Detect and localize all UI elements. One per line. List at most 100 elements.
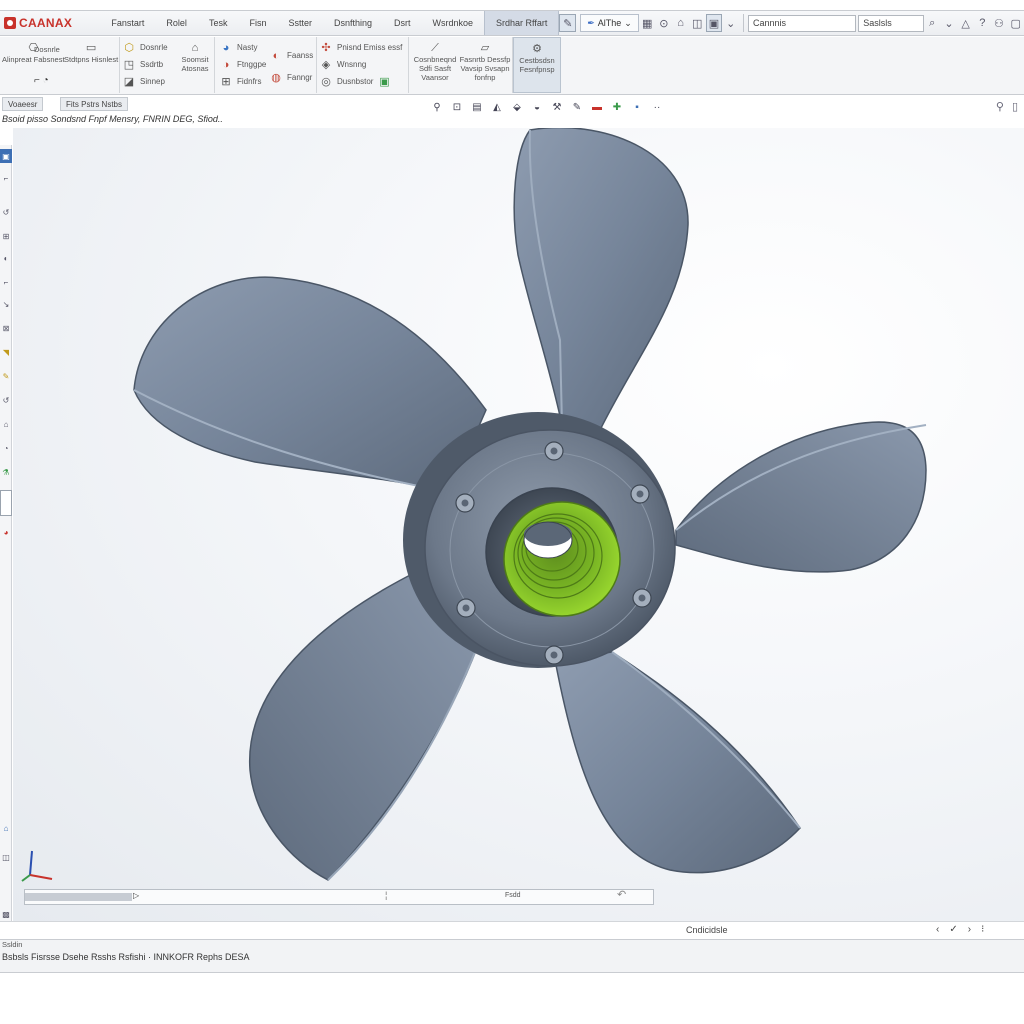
edit-appearance-icon[interactable]: ✎: [570, 100, 584, 114]
folder-icon[interactable]: ▩: [0, 907, 12, 921]
ribbon-button-sinnep[interactable]: ◪ Sinnep: [122, 73, 165, 90]
view-orientation-icon[interactable]: ⬙: [510, 100, 524, 114]
layers-icon[interactable]: ◫: [689, 14, 706, 32]
hide-show-icon[interactable]: ⚒: [550, 100, 564, 114]
zoom-area-icon[interactable]: ⊡: [450, 100, 464, 114]
config-icon[interactable]: ↺: [0, 205, 12, 219]
graphics-viewport[interactable]: [13, 128, 1024, 923]
scene-icon[interactable]: ◔: [0, 441, 12, 455]
grid-icon[interactable]: ▦: [639, 14, 656, 32]
attribute-button[interactable]: ✒ AlThe ⌄: [580, 14, 639, 32]
panel-scroll-handle[interactable]: [0, 490, 12, 516]
app-logo[interactable]: CAANAX: [4, 16, 100, 30]
ribbon-button-dusnbstor[interactable]: ◎ Dusnbstor ▣: [319, 73, 391, 90]
chevron-down-icon[interactable]: ⌄: [941, 14, 958, 32]
ribbon-button-pnisnd[interactable]: ✣ Pnisnd Emiss essf: [319, 39, 402, 56]
ribbon-label: Stdtpns Hisnlest: [64, 55, 119, 64]
search-icon[interactable]: ⌕: [924, 14, 941, 32]
ribbon-button-faanss[interactable]: ◐ Faanss: [269, 47, 314, 64]
paint-icon[interactable]: ✎: [559, 14, 577, 32]
ribbon-button-2[interactable]: Dosnrle: [34, 45, 60, 54]
status-text: Bsbsls Fisrsse Dsehe Rsshs Rsfishi · INN…: [2, 952, 250, 962]
tab-1[interactable]: Voaeesr: [2, 97, 44, 111]
tool-icon[interactable]: ⌐: [0, 275, 12, 289]
curves-icon: ▱: [480, 41, 490, 54]
fan-model[interactable]: [13, 128, 1024, 923]
lights-icon[interactable]: ↺: [0, 393, 12, 407]
appearance-icon[interactable]: ◥: [0, 345, 12, 359]
ribbon-button-wnsnng[interactable]: ◈ Wnsnng: [319, 56, 367, 73]
display-style-icon[interactable]: ◒: [530, 100, 544, 114]
pin-icon[interactable]: ⚲: [996, 100, 1004, 113]
error-icon[interactable]: ◕: [0, 525, 12, 539]
check-icon[interactable]: ✓: [949, 924, 957, 935]
user-icon[interactable]: ⚇: [991, 14, 1008, 32]
ribbon-label: Fanngr: [287, 73, 313, 82]
menu-item-4[interactable]: Fisn: [238, 11, 277, 35]
menu-item-7[interactable]: Dsrt: [383, 11, 422, 35]
axis-triad-icon: [21, 850, 53, 882]
more-icon[interactable]: ··: [650, 100, 664, 114]
ribbon-label: Soomsit Atosnas: [181, 55, 209, 73]
nav-icon[interactable]: ◫: [0, 850, 12, 864]
rib-icon: ⊞: [221, 76, 231, 88]
ribbon-button-nasty[interactable]: ◕ Nasty: [219, 39, 258, 56]
ribbon-group-2: ⬡ Dosnrle ◳ Ssdrtb ◪ Sinnep ⌂ Soomsit At…: [120, 37, 215, 93]
zoom-fit-icon[interactable]: ⚲: [430, 100, 444, 114]
ribbon-button-3[interactable]: ▭ Stdtpns Hisnlest: [64, 41, 118, 64]
chevron-right-icon[interactable]: ›: [968, 924, 971, 935]
ribbon-button-soomsit[interactable]: ⌂ Soomsit Atosnas: [176, 41, 214, 73]
motion-timeline[interactable]: ▷ Fsdd ¦ ↶: [24, 889, 654, 905]
ribbon-button-instant3d[interactable]: ⚙ Cestbsdsn Fesnfpnsp: [516, 42, 558, 74]
ribbon-button-osnrle[interactable]: ⬡ Dosnrle: [122, 39, 167, 56]
display-icon[interactable]: ◐: [0, 251, 12, 265]
help-icon[interactable]: ?: [974, 14, 991, 32]
previous-view-icon[interactable]: ▤: [470, 100, 484, 114]
camera-icon[interactable]: ⊙: [656, 14, 673, 32]
ribbon-label: Ftnggpe: [237, 60, 267, 69]
play-icon[interactable]: ▷: [133, 891, 139, 900]
tab-2[interactable]: Fits Pstrs Nstbs: [60, 97, 129, 111]
ribbon-button-ssdrtb[interactable]: ◳ Ssdrtb: [122, 56, 163, 73]
material-icon[interactable]: ⚗: [0, 465, 12, 479]
property-icon[interactable]: ⌐: [0, 171, 12, 185]
realview-icon[interactable]: ✚: [610, 100, 624, 114]
view-icon[interactable]: ▣: [705, 14, 723, 32]
sketch-icon[interactable]: ↘: [0, 297, 12, 311]
menu-item-3[interactable]: Tesk: [198, 11, 239, 35]
camera-icon[interactable]: ⌂: [0, 417, 12, 431]
menu-item-2[interactable]: Rolel: [155, 11, 198, 35]
ribbon-label: Fasnrtb Dessfp Vavsip Svsapn fonfnp: [459, 55, 511, 82]
ribbon-button-reference[interactable]: ⟋ Cosnbneqnd Sdfi Sasft Vaansor: [413, 41, 457, 82]
dim-icon[interactable]: ⊞: [0, 229, 12, 243]
menu-item-9[interactable]: Srdhar Rffart: [484, 11, 560, 35]
decal-icon[interactable]: ✎: [0, 369, 12, 383]
search-field[interactable]: Cannnis: [748, 14, 857, 32]
undo-icon[interactable]: ↶: [617, 888, 626, 901]
menu-item-6[interactable]: Dsnfthing: [323, 11, 383, 35]
home-icon[interactable]: ⌂: [672, 14, 689, 32]
ribbon-button-curves[interactable]: ▱ Fasnrtb Dessfp Vavsip Svsapn fonfnp: [459, 41, 511, 82]
ribbon-button-ftnggpe[interactable]: ◑ Ftnggpe: [219, 56, 267, 73]
filter-field[interactable]: Saslsls: [858, 14, 924, 32]
info-icon[interactable]: ⁝: [981, 924, 984, 935]
menu-item-5[interactable]: Sstter: [277, 11, 323, 35]
marker-icon[interactable]: ¦: [385, 890, 387, 900]
ribbon-button-fanngr[interactable]: ◍ Fanngr: [269, 69, 312, 86]
restore-icon[interactable]: ▯: [1012, 100, 1018, 113]
menu-bar: CAANAX Fanstart Rolel Tesk Fisn Sstter D…: [0, 10, 1024, 36]
menu-item-8[interactable]: Wsrdnkoe: [422, 11, 485, 35]
ribbon-button-fidnfrs[interactable]: ⊞ Fidnfrs: [219, 73, 261, 90]
sketch-tools-icon[interactable]: ⌐ ◔: [34, 75, 49, 86]
chevron-down-icon[interactable]: ⌄: [722, 14, 739, 32]
scenes-icon[interactable]: ▬: [590, 100, 604, 114]
chevron-left-icon[interactable]: ‹: [936, 924, 939, 935]
menu-item-1[interactable]: Fanstart: [100, 11, 155, 35]
lock-icon[interactable]: ▢: [1007, 14, 1024, 32]
measure-icon[interactable]: ⊠: [0, 321, 12, 335]
feature-tree-icon[interactable]: ▣: [0, 149, 12, 163]
section-view-icon[interactable]: ◭: [490, 100, 504, 114]
warning-icon[interactable]: △: [957, 14, 974, 32]
bottom-tool-icon[interactable]: ⌂: [0, 821, 12, 835]
view-settings-icon[interactable]: ▪: [630, 100, 644, 114]
